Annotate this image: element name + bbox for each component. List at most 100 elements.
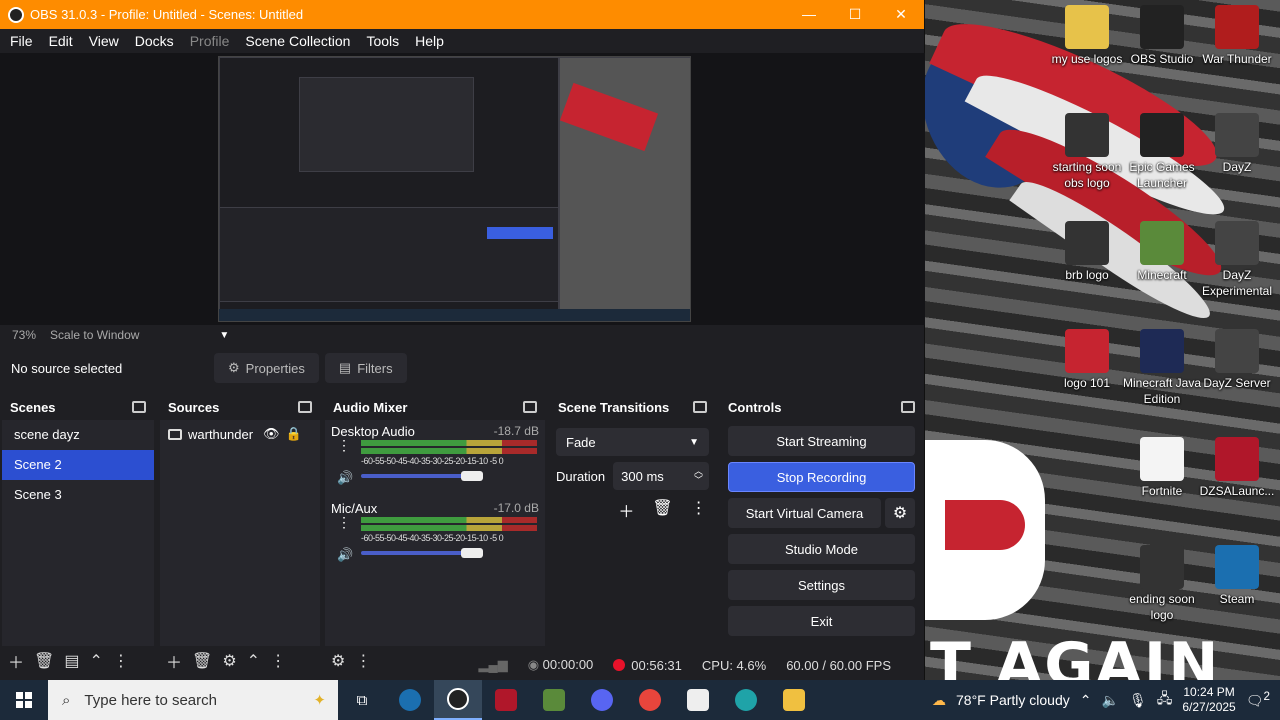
channel-db: -17.0 dB (493, 501, 539, 515)
zoom-percent: 73% (12, 328, 37, 342)
scene-item[interactable]: Scene 3 (2, 480, 154, 510)
menu-scene-collection[interactable]: Scene Collection (237, 33, 358, 49)
kebab-icon[interactable]: ⋮ (337, 515, 351, 529)
undock-icon[interactable] (693, 401, 707, 413)
desktop-icon[interactable]: Steam (1197, 545, 1277, 607)
duration-input[interactable]: 300 ms ︿ ﹀ (613, 462, 709, 490)
clock[interactable]: 10:24 PM 6/27/2025 (1182, 685, 1235, 715)
desktop-icon[interactable]: brb logo (1047, 221, 1127, 283)
speaker-icon[interactable]: 🔈 (1102, 692, 1119, 709)
studio-mode-button[interactable]: Studio Mode (728, 534, 915, 564)
desktop-icon[interactable]: DayZ (1197, 113, 1277, 175)
title-bar[interactable]: OBS 31.0.3 - Profile: Untitled - Scenes:… (0, 0, 924, 29)
undock-icon[interactable] (132, 401, 146, 413)
chevron-down-icon[interactable]: ▼ (219, 330, 229, 341)
desktop-icon[interactable]: logo 101 (1047, 329, 1127, 391)
speaker-icon[interactable]: 🔊 (337, 470, 353, 486)
scenes-title: Scenes (10, 399, 56, 415)
stop-recording-button[interactable]: Stop Recording (728, 462, 915, 492)
spinner-icon[interactable]: ︿ ﹀ (694, 467, 703, 485)
edge-taskbar-icon[interactable] (722, 680, 770, 720)
transition-select[interactable]: Fade ▼ (556, 428, 709, 456)
add-icon[interactable]: ＋ (618, 498, 634, 522)
obs-taskbar-icon[interactable] (434, 680, 482, 720)
desktop-icon[interactable]: OBS Studio (1122, 5, 1202, 67)
desktop-icon[interactable]: DZSALaunc... (1197, 437, 1277, 499)
duration-label: Duration (556, 468, 606, 484)
obs-icon (1140, 5, 1184, 49)
menu-profile[interactable]: Profile (182, 33, 238, 49)
source-item[interactable]: warthunder 👁 🔒 (160, 420, 320, 448)
filters-button[interactable]: ▤ Filters (324, 353, 407, 383)
menu-file[interactable]: File (2, 33, 41, 49)
chevron-up-icon[interactable]: ⌃ (1080, 692, 1092, 709)
exit-button[interactable]: Exit (728, 606, 915, 636)
chevron-down-icon: ▼ (689, 436, 699, 448)
menu-edit[interactable]: Edit (41, 33, 81, 49)
desktop-icon-label: Epic Games Launcher (1129, 160, 1195, 190)
speaker-icon[interactable]: 🔊 (337, 547, 353, 563)
undock-icon[interactable] (901, 401, 915, 413)
task-view-icon[interactable]: ⧉ (338, 680, 386, 720)
kebab-icon[interactable]: ⋮ (337, 438, 351, 452)
scene-item[interactable]: Scene 2 (2, 450, 154, 480)
notification-count: 2 (1263, 690, 1270, 704)
start-button[interactable] (0, 680, 48, 720)
zoom-mode[interactable]: Scale to Window (50, 328, 139, 342)
desktop-icon[interactable]: my use logos (1047, 5, 1127, 67)
menu-help[interactable]: Help (407, 33, 452, 49)
file-explorer-taskbar-icon[interactable] (770, 680, 818, 720)
search-box[interactable]: ⌕ Type here to search ✦ (48, 680, 338, 720)
filters-label: Filters (357, 360, 393, 376)
discord-taskbar-icon[interactable] (578, 680, 626, 720)
maximize-button[interactable]: ☐ (832, 6, 878, 23)
preview-area[interactable] (0, 53, 925, 325)
nested-preview-thumb (299, 77, 474, 172)
cpu-usage: CPU: 4.6% (701, 657, 767, 673)
scene-item[interactable]: scene dayz (2, 420, 154, 450)
gear-icon[interactable]: ⚙ (885, 498, 915, 528)
dzsa-taskbar-icon[interactable] (482, 680, 530, 720)
minimize-button[interactable]: — (786, 6, 832, 23)
desktop-icon[interactable]: Fortnite (1122, 437, 1202, 499)
desktop-icon[interactable]: DayZ Server (1197, 329, 1277, 391)
close-button[interactable]: ✕ (878, 6, 924, 23)
chrome-taskbar-icon[interactable] (626, 680, 674, 720)
undock-icon[interactable] (298, 401, 312, 413)
start-virtual-camera-button[interactable]: Start Virtual Camera (728, 498, 881, 528)
source-toolbar: No source selected ⚙ Properties ▤ Filter… (0, 350, 925, 386)
volume-slider[interactable] (361, 471, 483, 481)
weather-icon[interactable]: ☁ (932, 692, 946, 709)
weather-text[interactable]: 78°F Partly cloudy (956, 692, 1070, 708)
desktop-icon[interactable]: War Thunder (1197, 5, 1277, 67)
notification-icon[interactable]: 🗨2 (1246, 690, 1270, 710)
eye-icon[interactable]: 👁 (263, 426, 280, 442)
volume-meter: -60-55-50-45-40-35-30-25-20-15-10 -5 0 (361, 517, 537, 543)
desktop-icon[interactable]: starting soon obs logo (1047, 113, 1127, 191)
minecraft-taskbar-icon[interactable] (530, 680, 578, 720)
menu-view[interactable]: View (81, 33, 127, 49)
desktop-icon[interactable]: Minecraft Java Edition (1122, 329, 1202, 407)
store-taskbar-icon[interactable] (674, 680, 722, 720)
microphone-icon[interactable]: 🎙 (1129, 692, 1147, 709)
desktop-icon[interactable]: ending soon logo (1122, 545, 1202, 623)
volume-slider[interactable] (361, 548, 483, 558)
image-icon (1140, 545, 1184, 589)
steam-taskbar-icon[interactable] (386, 680, 434, 720)
menu-docks[interactable]: Docks (127, 33, 182, 49)
lock-icon[interactable]: 🔒 (286, 426, 302, 442)
kebab-icon[interactable]: ⋮ (691, 498, 707, 522)
menu-tools[interactable]: Tools (358, 33, 407, 49)
trash-icon[interactable]: 🗑 (652, 498, 672, 522)
start-streaming-button[interactable]: Start Streaming (728, 426, 915, 456)
desktop-icon[interactable]: DayZ Experimental (1197, 221, 1277, 299)
settings-button[interactable]: Settings (728, 570, 915, 600)
desktop-icon[interactable]: Epic Games Launcher (1122, 113, 1202, 191)
network-icon[interactable]: 🖧 (1157, 688, 1173, 712)
properties-button[interactable]: ⚙ Properties (214, 353, 319, 383)
desktop-icon[interactable]: Minecraft (1122, 221, 1202, 283)
preview-canvas[interactable] (218, 56, 691, 322)
mixer-channel: Mic/Aux -17.0 dB ⋮ -60-55-50-45-40-35-30-… (325, 497, 545, 574)
warthunder-icon (1215, 5, 1259, 49)
undock-icon[interactable] (523, 401, 537, 413)
